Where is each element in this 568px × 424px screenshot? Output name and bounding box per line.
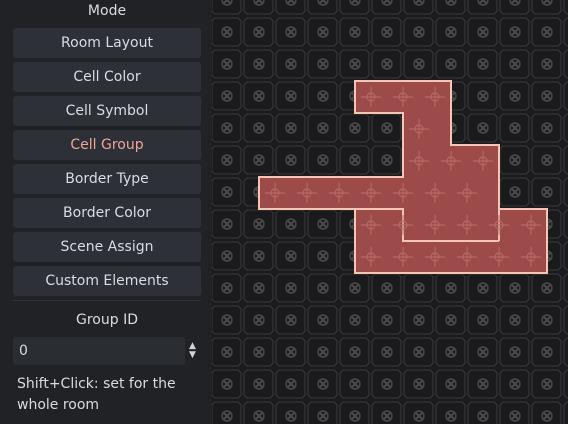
mode-title: Mode (87, 3, 127, 19)
group-id-input[interactable]: 0 (13, 337, 185, 365)
chevron-down-icon[interactable]: ▼ (189, 351, 196, 360)
panel-divider (13, 300, 201, 301)
border-type-button[interactable]: Border Type (13, 164, 201, 194)
room-layout-button[interactable]: Room Layout (13, 28, 201, 58)
cell-color-button[interactable]: Cell Color (13, 62, 201, 92)
group-id-stepper[interactable]: ▲ ▼ (185, 337, 201, 365)
cell-group-button[interactable]: Cell Group (13, 130, 201, 160)
group-id-hint: Shift+Click: set for the whole room (17, 376, 176, 413)
border-color-button[interactable]: Border Color (13, 198, 201, 228)
scene-assign-button[interactable]: Scene Assign (13, 232, 201, 262)
mode-panel: Mode Room Layout Cell Color Cell Symbol … (0, 0, 212, 424)
cell-symbol-button[interactable]: Cell Symbol (13, 96, 201, 126)
group-id-label: Group ID (76, 312, 138, 328)
map-grid[interactable] (212, 0, 568, 424)
custom-elements-button[interactable]: Custom Elements (13, 266, 201, 296)
